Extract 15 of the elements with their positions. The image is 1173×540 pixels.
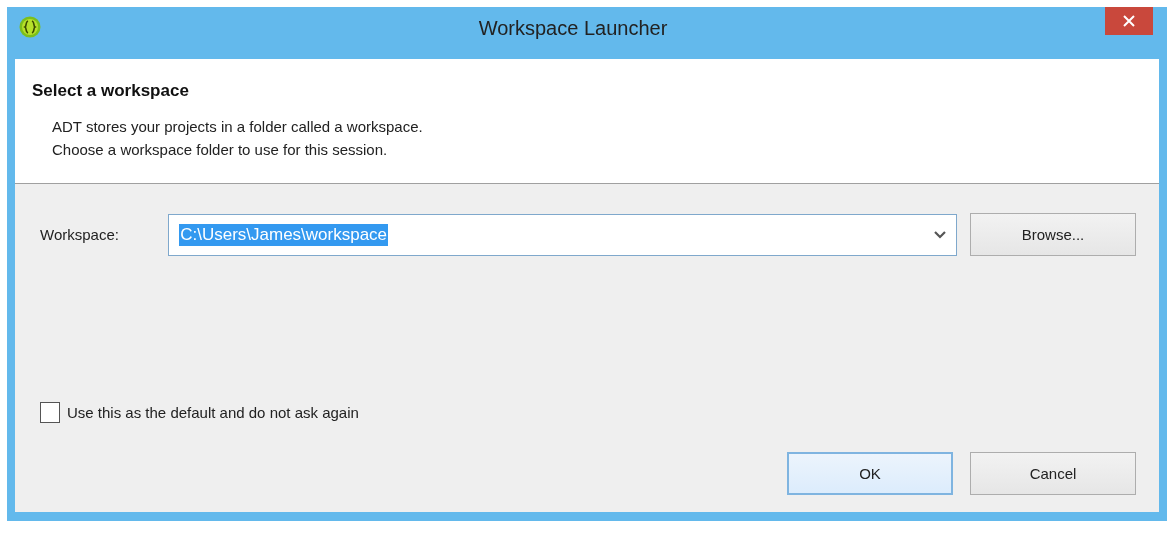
workspace-path: C:\Users\James\workspace: [179, 223, 389, 246]
description-text: Choose a workspace folder to use for this session.: [52, 141, 388, 158]
workspace-label: Workspace:: [40, 226, 120, 243]
close-icon: [1123, 15, 1135, 27]
chevron-down-icon: [934, 230, 947, 239]
app-icon: [19, 16, 41, 38]
cancel-button[interactable]: Cancel: [970, 452, 1136, 495]
checkbox-label: Use this as the default and do not ask again: [67, 404, 359, 421]
header-title: Select a workspace: [32, 81, 189, 101]
close-button[interactable]: [1105, 7, 1153, 35]
description-text: ADT stores your projects in a folder called a workspace.: [52, 118, 423, 135]
window-title: Workspace Launcher: [477, 17, 669, 40]
browse-button[interactable]: Browse...: [970, 213, 1136, 256]
checkbox[interactable]: [40, 402, 60, 423]
ok-button[interactable]: OK: [787, 452, 953, 495]
